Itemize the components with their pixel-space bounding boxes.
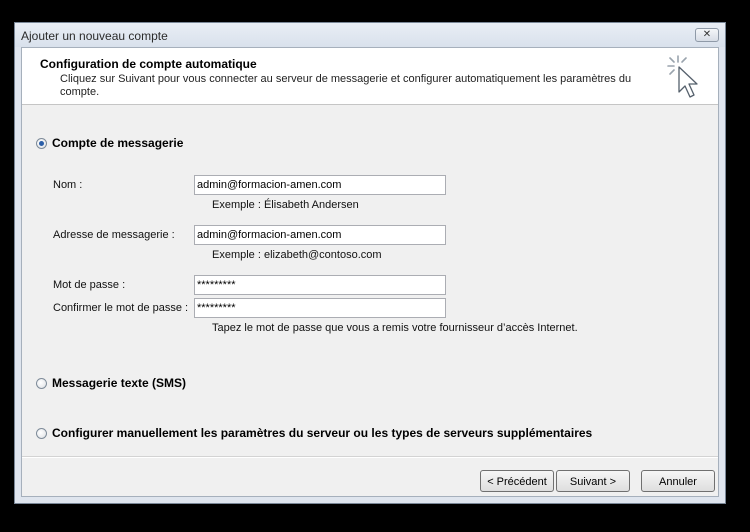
title-bar[interactable]: Ajouter un nouveau compte ✕ [15, 23, 725, 47]
confirm-password-label: Confirmer le mot de passe : [53, 302, 189, 314]
dialog-client-area: Configuration de compte automatique Cliq… [21, 47, 719, 497]
name-label: Nom : [53, 179, 83, 191]
password-hint: Tapez le mot de passe que vous a remis v… [212, 322, 578, 334]
name-hint: Exemple : Élisabeth Andersen [212, 199, 359, 211]
back-button[interactable]: < Précédent [480, 470, 554, 492]
radio-button[interactable] [36, 427, 47, 439]
confirm-password-input[interactable] [194, 298, 446, 318]
radio-button-checked[interactable] [36, 137, 47, 149]
close-button[interactable]: ✕ [695, 28, 719, 42]
email-input[interactable] [194, 225, 446, 245]
radio-sms[interactable]: Messagerie texte (SMS) [36, 376, 186, 390]
header-banner: Configuration de compte automatique Cliq… [22, 48, 718, 105]
radio-sms-label: Messagerie texte (SMS) [52, 376, 187, 390]
radio-email-account[interactable]: Compte de messagerie [36, 136, 183, 150]
banner-description: Cliquez sur Suivant pour vous connecter … [60, 73, 632, 98]
name-input[interactable] [194, 175, 446, 195]
email-label: Adresse de messagerie : [53, 229, 175, 241]
footer-divider [22, 456, 718, 458]
window-title: Ajouter un nouveau compte [21, 29, 168, 43]
click-cursor-icon [667, 55, 698, 98]
banner-title: Configuration de compte automatique [40, 57, 257, 71]
close-icon: ✕ [702, 29, 712, 40]
password-input[interactable] [194, 275, 446, 295]
radio-email-account-label: Compte de messagerie [52, 136, 184, 150]
email-hint: Exemple : elizabeth@contoso.com [212, 249, 382, 261]
radio-manual-config-label: Configurer manuellement les paramètres d… [52, 426, 593, 440]
radio-manual-config[interactable]: Configurer manuellement les paramètres d… [36, 426, 592, 440]
cancel-button[interactable]: Annuler [641, 470, 715, 492]
radio-button[interactable] [36, 377, 47, 389]
password-label: Mot de passe : [53, 279, 126, 291]
next-button[interactable]: Suivant > [556, 470, 630, 492]
dialog-window: Ajouter un nouveau compte ✕ Configuratio… [14, 22, 726, 504]
